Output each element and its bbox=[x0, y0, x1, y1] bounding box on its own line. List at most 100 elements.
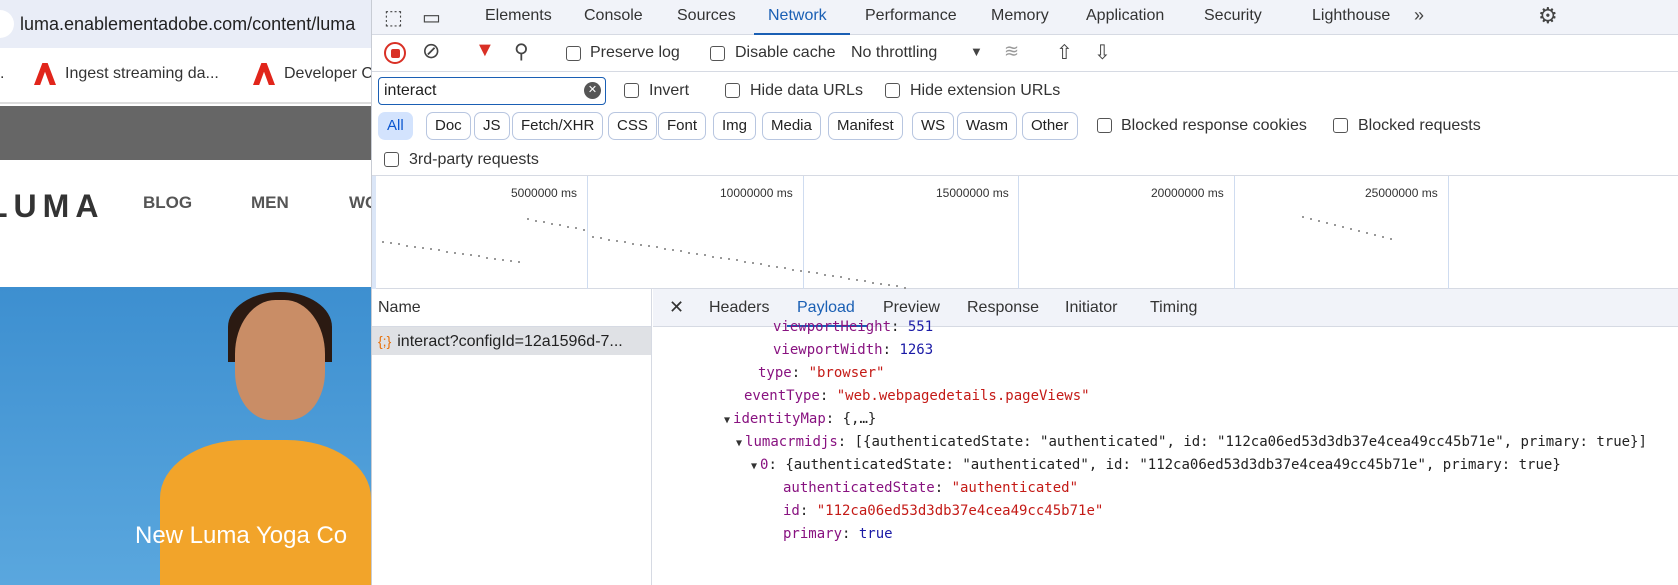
payload-key: lumacrmidjs bbox=[745, 434, 838, 450]
nav-women[interactable]: WO bbox=[349, 193, 371, 213]
timeline-dot bbox=[1382, 236, 1384, 238]
device-toolbar-icon[interactable]: ▭ bbox=[422, 5, 441, 30]
chevron-down-icon[interactable]: ▼ bbox=[970, 44, 983, 59]
payload-value: [{authenticatedState: "authenticated", i… bbox=[854, 434, 1647, 450]
tab-elements[interactable]: Elements bbox=[485, 7, 552, 25]
timeline-tick: 15000000 ms bbox=[936, 186, 1009, 200]
type-filter-js[interactable]: JS bbox=[474, 112, 510, 140]
tab-initiator[interactable]: Initiator bbox=[1065, 299, 1117, 317]
payload-row[interactable]: ▼ 0: {authenticatedState: "authenticated"… bbox=[751, 457, 1561, 473]
timeline-dot bbox=[1390, 238, 1392, 240]
timeline-dot bbox=[624, 241, 626, 244]
timeline-dot bbox=[840, 276, 842, 279]
payload-row: type: "browser" bbox=[758, 365, 885, 381]
tab-response[interactable]: Response bbox=[967, 299, 1039, 317]
site-nav: LUMA BLOG MEN WO bbox=[0, 160, 371, 286]
close-icon[interactable]: ✕ bbox=[669, 297, 684, 318]
site-info-icon[interactable] bbox=[0, 10, 14, 38]
import-har-icon[interactable]: ⇧ bbox=[1056, 40, 1073, 65]
type-filter-other[interactable]: Other bbox=[1022, 112, 1078, 140]
expand-triangle-icon[interactable]: ▼ bbox=[724, 415, 730, 426]
type-filter-doc[interactable]: Doc bbox=[426, 112, 471, 140]
tab-payload[interactable]: Payload bbox=[797, 299, 855, 317]
timeline-dot bbox=[494, 257, 496, 260]
site-logo[interactable]: LUMA bbox=[0, 188, 104, 225]
type-filter-ws[interactable]: WS bbox=[912, 112, 955, 140]
timeline-dot bbox=[656, 246, 658, 249]
timeline-dot bbox=[880, 282, 882, 285]
request-row[interactable]: {;} interact?configId=12a1596d-7... bbox=[372, 327, 651, 355]
tab-console[interactable]: Console bbox=[584, 7, 643, 25]
disable-cache-label: Disable cache bbox=[735, 44, 836, 61]
payload-row[interactable]: ▼ lumacrmidjs: [{authenticatedState: "aut… bbox=[736, 434, 1647, 450]
filter-input[interactable]: interact ✕ bbox=[378, 77, 606, 105]
hide-extension-urls-checkbox[interactable] bbox=[885, 83, 900, 98]
blocked-requests-checkbox[interactable] bbox=[1333, 118, 1348, 133]
invert-checkbox[interactable] bbox=[624, 83, 639, 98]
requests-area: Name {;} interact?configId=12a1596d-7... … bbox=[372, 289, 1678, 585]
type-filter-fetch-xhr[interactable]: Fetch/XHR bbox=[512, 112, 604, 140]
expand-triangle-icon[interactable]: ▼ bbox=[751, 461, 757, 472]
hide-data-urls-checkbox[interactable] bbox=[725, 83, 740, 98]
disable-cache-checkbox[interactable] bbox=[710, 46, 725, 61]
request-list: Name {;} interact?configId=12a1596d-7... bbox=[372, 289, 652, 585]
export-har-icon[interactable]: ⇩ bbox=[1094, 40, 1111, 65]
type-filter-manifest[interactable]: Manifest bbox=[828, 112, 903, 140]
tab-security[interactable]: Security bbox=[1204, 7, 1262, 25]
timeline-dot bbox=[583, 228, 585, 231]
clear-icon[interactable]: ⊘ bbox=[422, 38, 440, 64]
bookmark[interactable]: Developer C bbox=[284, 48, 371, 100]
tab-network[interactable]: Network bbox=[768, 7, 827, 25]
settings-gear-icon[interactable]: ⚙ bbox=[1538, 3, 1558, 29]
type-filter-wasm[interactable]: Wasm bbox=[957, 112, 1017, 140]
more-tabs-icon[interactable]: » bbox=[1414, 5, 1424, 26]
inspect-element-icon[interactable]: ⬚ bbox=[384, 5, 403, 30]
tab-memory[interactable]: Memory bbox=[991, 7, 1049, 25]
clear-filter-icon[interactable]: ✕ bbox=[584, 82, 601, 99]
type-filter-media[interactable]: Media bbox=[762, 112, 821, 140]
nav-blog[interactable]: BLOG bbox=[143, 193, 192, 213]
timeline-dot bbox=[688, 251, 690, 254]
search-icon[interactable]: ⚲ bbox=[514, 39, 529, 64]
timeline-dot bbox=[1310, 218, 1312, 220]
tab-performance[interactable]: Performance bbox=[865, 7, 957, 25]
blocked-cookies-checkbox[interactable] bbox=[1097, 118, 1112, 133]
preserve-log-checkbox[interactable] bbox=[566, 46, 581, 61]
payload-key: viewportWidth bbox=[773, 342, 883, 358]
timeline-tick: 5000000 ms bbox=[511, 186, 578, 200]
network-conditions-icon[interactable]: ≋ bbox=[1004, 41, 1019, 62]
timeline-dot bbox=[592, 236, 594, 238]
type-filter-all[interactable]: All bbox=[378, 112, 413, 140]
payload-value: {,…} bbox=[842, 411, 877, 427]
expand-triangle-icon[interactable]: ▼ bbox=[736, 438, 742, 449]
timeline-dot bbox=[390, 242, 392, 245]
timeline-tick: 25000000 ms bbox=[1365, 186, 1438, 200]
timeline-dot bbox=[728, 258, 730, 261]
timeline-dot bbox=[776, 265, 778, 268]
hero-title[interactable]: New Luma Yoga Co bbox=[135, 522, 347, 550]
timeline-dot bbox=[856, 278, 858, 281]
type-filter-font[interactable]: Font bbox=[658, 112, 707, 140]
tab-preview[interactable]: Preview bbox=[883, 299, 940, 317]
payload-key: type bbox=[758, 365, 792, 381]
type-filter-css[interactable]: CSS bbox=[608, 112, 657, 140]
record-stop-icon[interactable] bbox=[384, 42, 406, 64]
bookmark[interactable]: Ingest streaming da... bbox=[65, 48, 219, 100]
tab-sources[interactable]: Sources bbox=[677, 7, 736, 25]
tab-headers[interactable]: Headers bbox=[709, 299, 769, 317]
type-filter-img[interactable]: Img bbox=[713, 112, 757, 140]
address-bar[interactable]: luma.enablementadobe.com/content/luma bbox=[0, 0, 371, 48]
timeline-handle[interactable] bbox=[372, 176, 376, 289]
name-column-header[interactable]: Name bbox=[372, 289, 651, 327]
network-overview-timeline[interactable]: 5000000 ms 10000000 ms 15000000 ms 20000… bbox=[372, 176, 1678, 289]
tab-lighthouse[interactable]: Lighthouse bbox=[1312, 7, 1390, 25]
timeline-dot bbox=[502, 259, 504, 261]
payload-key: id bbox=[783, 503, 800, 519]
tab-timing[interactable]: Timing bbox=[1150, 299, 1197, 317]
third-party-checkbox[interactable] bbox=[384, 152, 399, 167]
throttling-select[interactable]: No throttling bbox=[851, 44, 937, 62]
filter-icon[interactable]: ▼ bbox=[475, 39, 495, 62]
payload-row[interactable]: ▼ identityMap: {,…} bbox=[724, 411, 876, 427]
nav-men[interactable]: MEN bbox=[251, 193, 289, 213]
tab-application[interactable]: Application bbox=[1086, 7, 1164, 25]
